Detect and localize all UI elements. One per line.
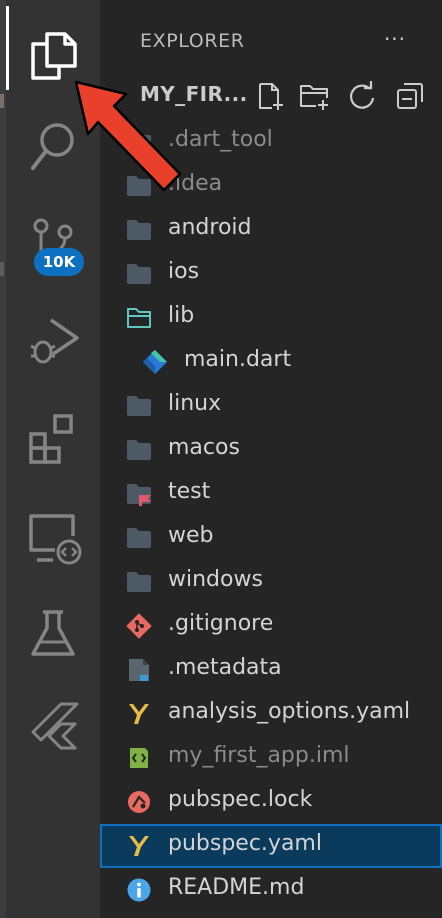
yaml-icon <box>126 833 152 859</box>
edge-mark <box>0 94 4 108</box>
source-control-badge: 10K <box>34 248 84 276</box>
tree-item-label: .gitignore <box>168 611 274 636</box>
tree-item-label: README.md <box>168 875 305 900</box>
tree-item[interactable]: my_first_app.iml <box>100 736 442 780</box>
annotation-arrow <box>74 80 182 192</box>
tree-item-label: web <box>168 523 214 548</box>
extensions-icon <box>29 414 73 464</box>
folder-icon <box>126 525 152 551</box>
new-folder-icon[interactable] <box>298 80 330 112</box>
tree-item[interactable]: web <box>100 516 442 560</box>
tree-item[interactable]: macos <box>100 428 442 472</box>
collapse-all-icon[interactable] <box>394 80 426 112</box>
flask-icon <box>31 610 75 656</box>
activity-flutter[interactable] <box>6 676 100 764</box>
info-icon <box>126 877 152 903</box>
lock-icon <box>126 789 152 815</box>
folder-open-icon <box>126 305 152 331</box>
folder-test-icon <box>126 481 152 507</box>
tree-item-label: ios <box>168 259 200 284</box>
tree-item-label: analysis_options.yaml <box>168 699 411 724</box>
metadata-icon <box>126 657 152 683</box>
tree-item-label: main.dart <box>184 347 292 372</box>
activity-extensions[interactable] <box>6 388 100 476</box>
tree-item-label: lib <box>168 303 195 328</box>
activity-testing[interactable] <box>6 582 100 670</box>
folder-icon <box>126 261 152 287</box>
new-file-icon[interactable] <box>254 80 286 112</box>
tree-item-label: .dart_tool <box>168 127 273 152</box>
activity-remote-explorer[interactable] <box>6 486 100 574</box>
git-icon <box>126 613 152 639</box>
dart-icon <box>142 349 168 375</box>
tree-item[interactable]: windows <box>100 560 442 604</box>
iml-icon <box>126 745 152 771</box>
tree-item[interactable]: ios <box>100 252 442 296</box>
tree-item[interactable]: main.dart <box>100 340 442 384</box>
tree-item-label: linux <box>168 391 222 416</box>
tree-item[interactable]: linux <box>100 384 442 428</box>
folder-icon <box>126 437 152 463</box>
tree-item-label: pubspec.lock <box>168 787 313 812</box>
remote-explorer-icon <box>29 514 82 565</box>
flutter-icon <box>31 702 79 750</box>
tree-item-label: windows <box>168 567 263 592</box>
tree-item[interactable]: android <box>100 208 442 252</box>
tree-item-label: test <box>168 479 211 504</box>
tree-item-label: pubspec.yaml <box>168 831 322 856</box>
folder-icon <box>126 217 152 243</box>
edge-mark <box>0 262 4 276</box>
tree-item[interactable]: test <box>100 472 442 516</box>
folder-icon <box>126 569 152 595</box>
tree-item-label: my_first_app.iml <box>168 743 350 768</box>
activity-run-debug[interactable] <box>6 290 100 378</box>
yaml-icon <box>126 701 152 727</box>
tree-item[interactable]: README.md <box>100 868 442 912</box>
run-debug-icon <box>30 318 79 364</box>
explorer-title: EXPLORER <box>140 30 245 52</box>
files-icon <box>31 32 77 80</box>
tree-item-label: .metadata <box>168 655 282 680</box>
folder-icon <box>126 393 152 419</box>
tree-item-label: android <box>168 215 252 240</box>
tree-item[interactable]: analysis_options.yaml <box>100 692 442 736</box>
refresh-icon[interactable] <box>346 80 378 112</box>
tree-item[interactable]: lib <box>100 296 442 340</box>
tree-item[interactable]: pubspec.lock <box>100 780 442 824</box>
more-actions-button[interactable]: ··· <box>378 24 412 54</box>
tree-item[interactable]: .gitignore <box>100 604 442 648</box>
tree-item[interactable]: pubspec.yaml <box>100 824 442 868</box>
tree-item-label: macos <box>168 435 240 460</box>
tree-item[interactable]: .metadata <box>100 648 442 692</box>
